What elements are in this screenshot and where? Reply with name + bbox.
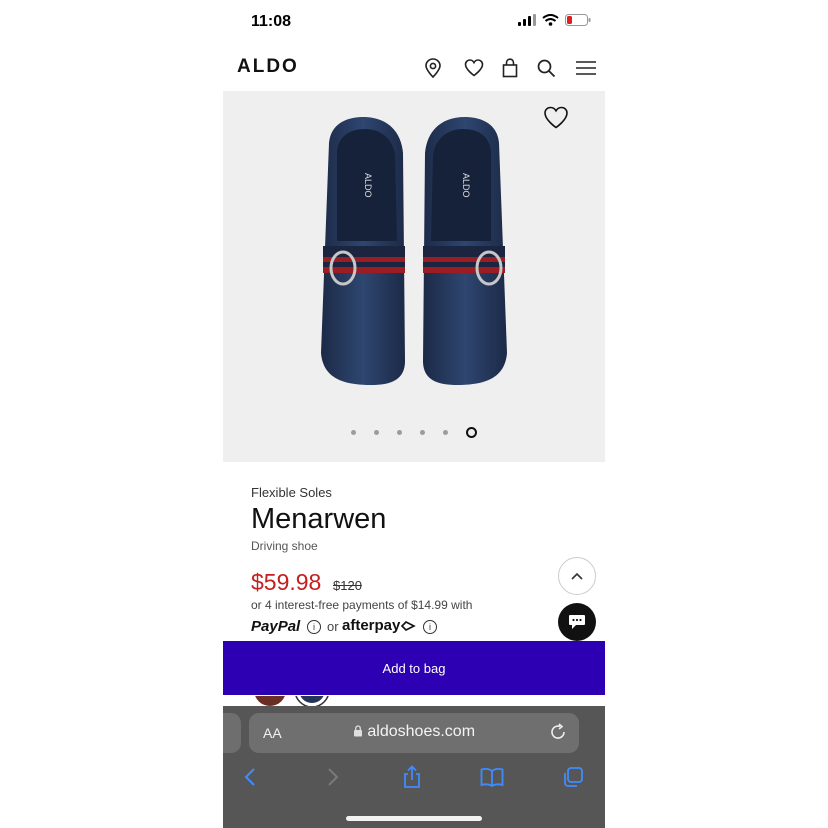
wishlist-icon[interactable]: [462, 56, 486, 80]
left-shoe-brand: ALDO: [363, 173, 373, 198]
chat-button[interactable]: [558, 603, 596, 641]
or-label: or: [327, 619, 339, 634]
swatch-brown: [254, 695, 286, 706]
aldo-logo[interactable]: ALDO: [237, 56, 299, 78]
left-shoe: ALDO: [321, 117, 405, 385]
afterpay-logo: afterpay: [342, 617, 417, 634]
home-indicator: [346, 816, 482, 821]
previous-tab[interactable]: [223, 713, 241, 753]
carousel-dots: [223, 427, 605, 438]
wifi-icon: [542, 14, 559, 26]
installments-text: or 4 interest-free payments of $14.99 wi…: [251, 598, 473, 612]
product-image[interactable]: ALDO ALDO: [223, 91, 605, 462]
share-icon[interactable]: [398, 764, 426, 790]
carousel-dot[interactable]: [397, 430, 402, 435]
afterpay-arrows-icon: [401, 621, 417, 632]
back-icon[interactable]: [236, 764, 264, 790]
afterpay-info-icon[interactable]: i: [423, 620, 437, 634]
search-icon[interactable]: [534, 56, 558, 80]
lock-icon: [353, 725, 362, 737]
chat-bubble-icon: [569, 615, 585, 629]
original-price: $120: [333, 578, 362, 593]
site-header: ALDO: [223, 46, 605, 90]
paypal-info-icon[interactable]: i: [307, 620, 321, 634]
carousel-dot[interactable]: [420, 430, 425, 435]
battery-icon: [565, 14, 591, 26]
status-icons: [518, 14, 591, 26]
store-locator-icon[interactable]: [421, 56, 445, 80]
afterpay-label: afterpay: [342, 617, 401, 634]
browser-chrome: AA aldoshoes.com: [223, 706, 605, 828]
address-bar[interactable]: AA aldoshoes.com: [249, 713, 579, 753]
bookmarks-icon[interactable]: [478, 764, 506, 790]
carousel-dot-active[interactable]: [466, 427, 477, 438]
url-display: aldoshoes.com: [249, 723, 579, 741]
shoe-pair-illustration: ALDO ALDO: [321, 117, 507, 385]
url-text: aldoshoes.com: [367, 723, 476, 740]
add-to-bag-button[interactable]: Add to bag: [223, 641, 605, 695]
paypal-logo: PayPal: [251, 618, 301, 635]
product-collection: Flexible Soles: [251, 485, 332, 500]
forward-icon[interactable]: [319, 764, 347, 790]
scroll-to-top-button[interactable]: [558, 557, 596, 595]
carousel-dot[interactable]: [351, 430, 356, 435]
phone-screen: 11:08 ALDO ALDO ALDO Flexible Soles Mena…: [223, 0, 605, 828]
sale-price: $59.98: [251, 569, 322, 595]
reload-icon[interactable]: [549, 723, 567, 746]
product-name: Menarwen: [251, 503, 387, 535]
carousel-dot[interactable]: [374, 430, 379, 435]
right-shoe-brand: ALDO: [461, 173, 471, 198]
chevron-up-icon: [571, 572, 583, 580]
menu-icon[interactable]: [572, 56, 600, 80]
shopping-bag-icon[interactable]: [498, 56, 522, 80]
status-time: 11:08: [251, 13, 292, 30]
cellular-signal-icon: [518, 14, 536, 26]
carousel-dot[interactable]: [443, 430, 448, 435]
favorite-heart-icon[interactable]: [543, 106, 569, 132]
right-shoe: ALDO: [423, 117, 507, 385]
tabs-icon[interactable]: [559, 764, 587, 790]
product-type: Driving shoe: [251, 539, 318, 553]
